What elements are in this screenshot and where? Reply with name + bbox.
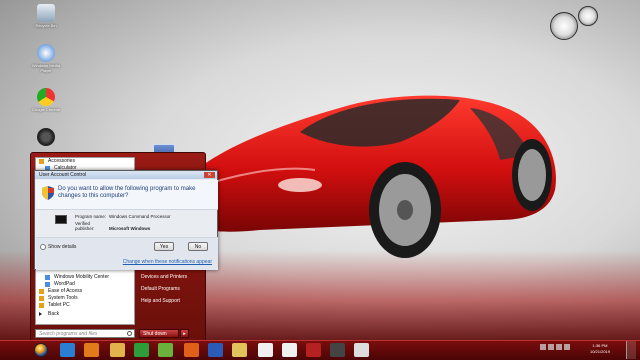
start-menu-item-tablet-pc[interactable]: Tablet PC [36, 302, 134, 309]
desktop-icon-chrome[interactable]: Google Chrome [30, 88, 62, 112]
chrome-icon [37, 88, 55, 106]
start-menu-item-system-tools[interactable]: System Tools [36, 295, 134, 302]
start-menu-right-pane: Devices and Printers Default Programs He… [139, 271, 205, 307]
folder-icon [39, 159, 44, 164]
yes-button[interactable]: Yes [154, 242, 174, 251]
folder-icon [39, 303, 44, 308]
start-button[interactable] [34, 343, 48, 357]
volume-icon[interactable] [556, 344, 562, 350]
media-player-icon [37, 44, 55, 62]
internet-explorer-icon[interactable] [60, 343, 75, 357]
clock-gadget[interactable] [548, 4, 600, 42]
utorrent-icon[interactable] [158, 343, 173, 357]
uac-header: Do you want to allow the following progr… [36, 180, 218, 210]
command-prompt-icon [55, 215, 67, 224]
show-details-toggle[interactable]: Show details [40, 244, 76, 250]
start-menu-item-accessories[interactable]: Accessories [36, 158, 134, 165]
computer-icon [37, 128, 55, 146]
taskbar-clock[interactable]: 1:36 PM 10/21/2019 [580, 343, 620, 355]
media-player-icon[interactable] [84, 343, 99, 357]
change-notifications-link[interactable]: Change when these notifications appear [123, 259, 212, 265]
start-menu-search-input[interactable]: Search programs and files [35, 329, 135, 338]
wordpad-icon [45, 282, 50, 287]
start-menu-item-back[interactable]: Back [36, 311, 134, 318]
media-icon[interactable] [330, 343, 345, 357]
uac-footer: Show details Yes No Change when these no… [36, 237, 218, 270]
gadget-dial-small [578, 6, 598, 26]
uac-question: Do you want to allow the following progr… [58, 186, 196, 199]
flag-icon[interactable] [564, 344, 570, 350]
desktop-icon-recycle-bin[interactable]: Recycle Bin [30, 4, 62, 28]
firefox-icon[interactable] [184, 343, 199, 357]
uac-publisher-row: Verified publisher: Microsoft Windows [75, 221, 151, 231]
media-app-icon[interactable] [134, 343, 149, 357]
uac-program-name-row: Program name: Windows Command Processor [75, 214, 171, 219]
no-button[interactable]: No [188, 242, 208, 251]
system-tray [540, 344, 580, 354]
start-menu-help-and-support[interactable]: Help and Support [139, 295, 205, 307]
window-icon[interactable] [354, 343, 369, 357]
document-icon[interactable] [282, 343, 297, 357]
shutdown-button[interactable]: Shut down [139, 329, 179, 338]
network-icon[interactable] [548, 344, 554, 350]
desktop-icon-media-player[interactable]: Windows Media Player [30, 44, 62, 73]
start-menu-item-ease-of-access[interactable]: Ease of Access [36, 288, 134, 295]
uac-dialog: User Account Control ✕ Do you want to al… [34, 170, 218, 270]
folder-icon [39, 296, 44, 301]
word-icon[interactable] [208, 343, 223, 357]
back-arrow-icon [39, 312, 42, 316]
app-icon[interactable] [306, 343, 321, 357]
start-menu-item-wordpad[interactable]: WordPad [36, 281, 134, 288]
file-explorer-icon[interactable] [110, 343, 125, 357]
tray-arrow-icon[interactable] [540, 344, 546, 350]
start-menu-default-programs[interactable]: Default Programs [139, 283, 205, 295]
mobility-center-icon [45, 275, 50, 280]
shutdown-options-button[interactable]: ▸ [180, 329, 189, 338]
desktop-icon-computer[interactable] [30, 128, 62, 147]
folder-icon [39, 289, 44, 294]
uac-title-bar: User Account Control [35, 171, 217, 179]
recycle-bin-icon [37, 4, 55, 22]
show-desktop-button[interactable] [626, 341, 636, 359]
start-menu-item-mobility-center[interactable]: Windows Mobility Center [36, 274, 134, 281]
folder-icon[interactable] [232, 343, 247, 357]
document-icon[interactable] [258, 343, 273, 357]
gadget-dial-large [550, 12, 578, 40]
start-menu-devices-and-printers[interactable]: Devices and Printers [139, 271, 205, 283]
shield-icon [42, 186, 54, 200]
chevron-down-icon [40, 244, 46, 250]
close-button[interactable]: ✕ [204, 172, 215, 178]
search-icon [127, 331, 132, 336]
